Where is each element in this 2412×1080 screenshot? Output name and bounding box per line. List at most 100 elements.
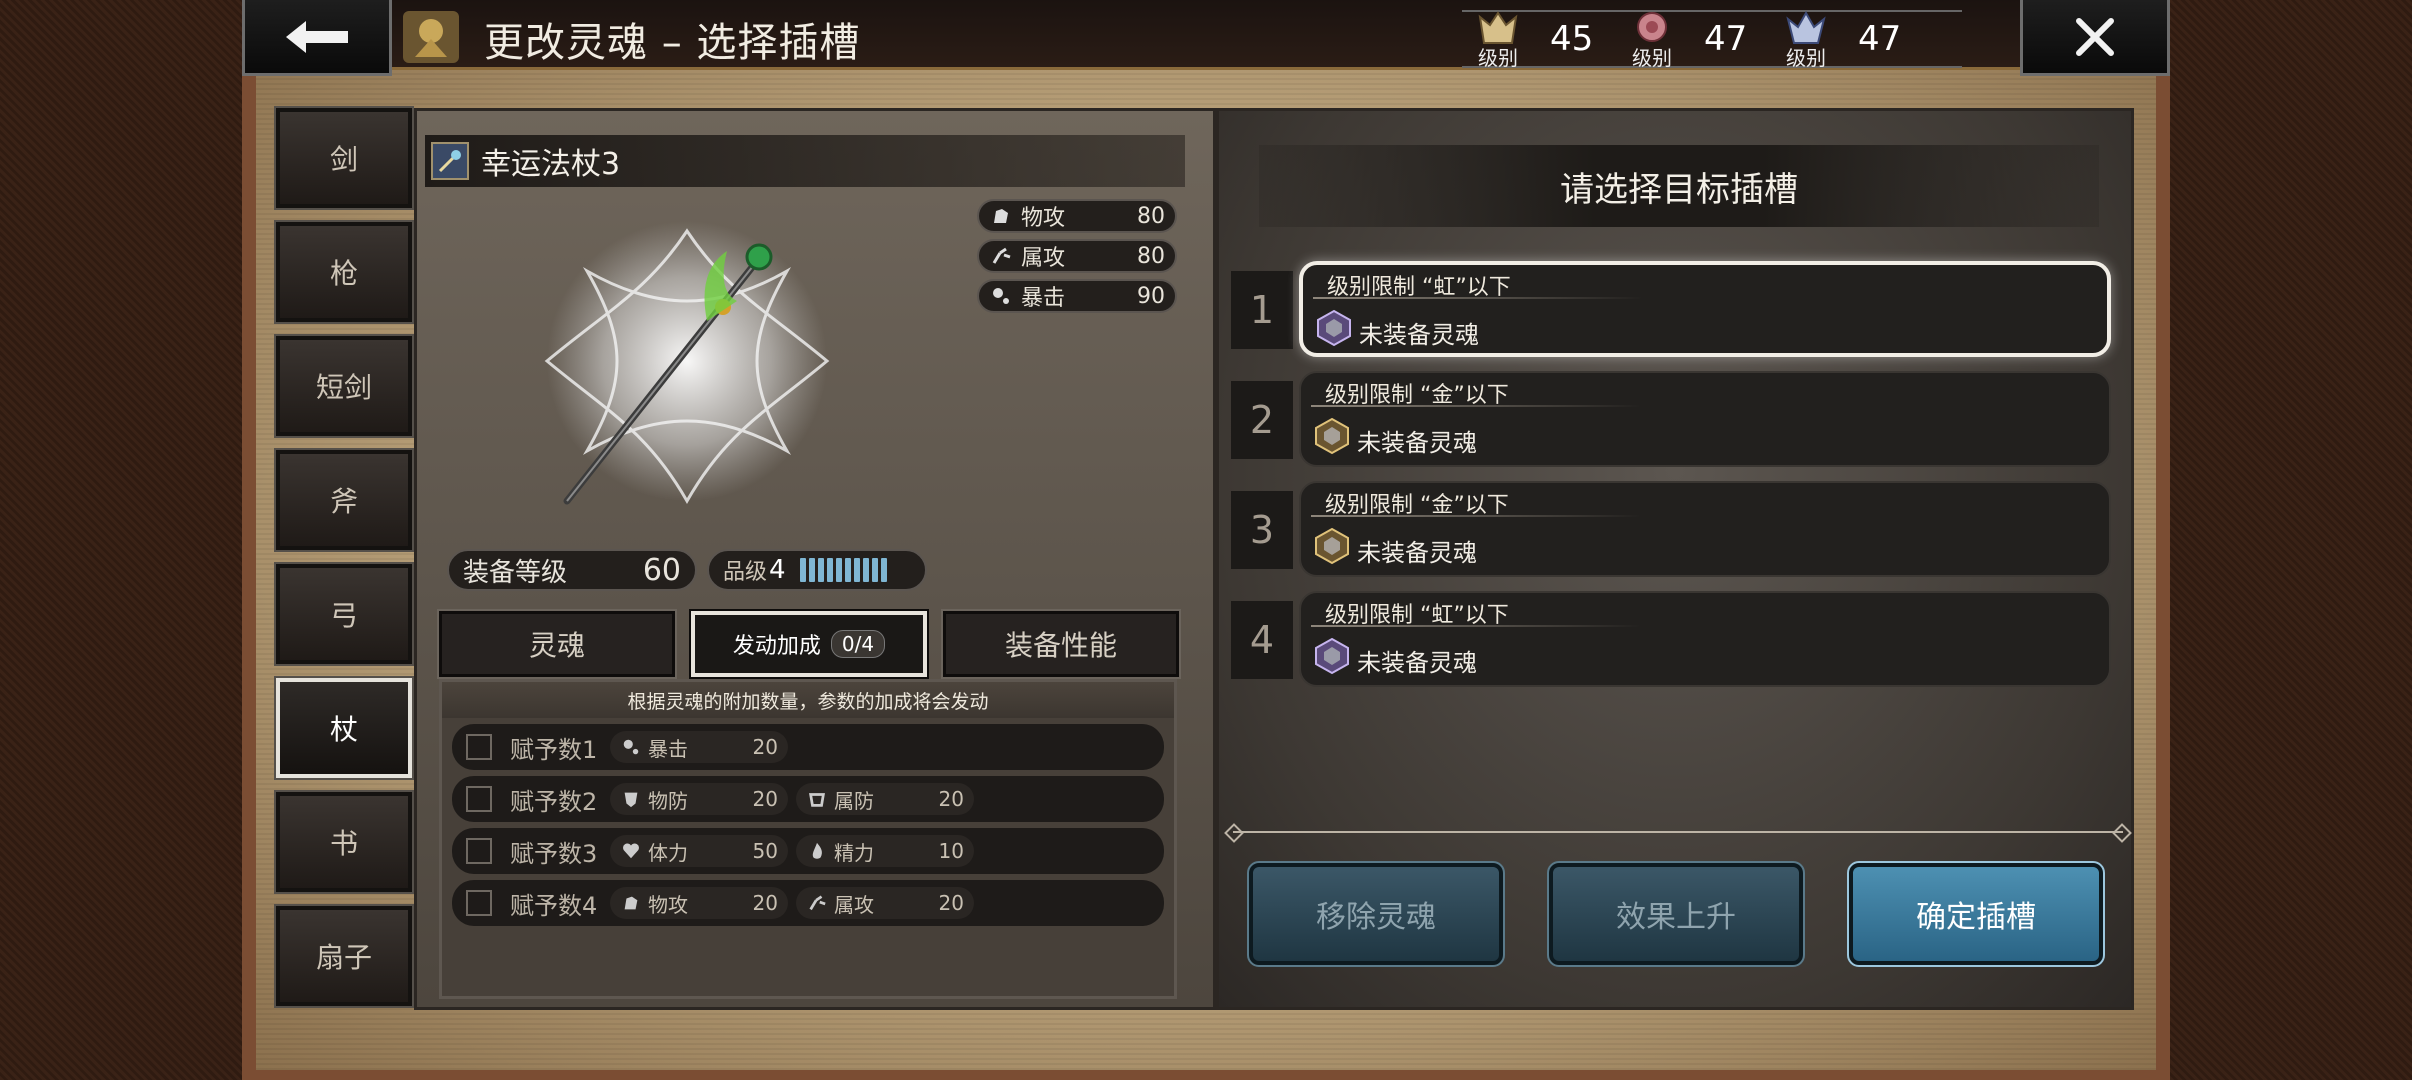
slot-card[interactable]: 级别限制 “金”以下 未装备灵魂 — [1299, 371, 2111, 467]
slot-number: 1 — [1231, 271, 1293, 349]
slot-select-title: 请选择目标插槽 — [1259, 145, 2099, 227]
bonus-label: 赋予数1 — [510, 735, 598, 764]
grade-pip — [880, 558, 887, 582]
left-background — [0, 0, 242, 1080]
blue-crest-icon: 级别 — [1782, 11, 1830, 70]
bonus-pill: 物攻 20 — [610, 887, 788, 919]
level-item-3: 级别 47 — [1782, 11, 1924, 70]
grade-pip — [853, 558, 860, 582]
tab-label: 灵魂 — [528, 629, 585, 662]
tab-activation-bonus[interactable]: 发动加成 0/4 — [689, 609, 929, 679]
gold-soul-gem-icon — [1315, 527, 1349, 565]
stat-name: 物攻 — [1021, 206, 1066, 231]
stat-row: 物攻 80 — [977, 199, 1177, 233]
rainbow-soul-gem-icon — [1317, 309, 1351, 347]
category-tab-book[interactable]: 书 — [274, 790, 414, 894]
equip-level-label: 装备等级 — [463, 557, 568, 588]
flame-icon — [806, 840, 828, 862]
divider — [1311, 515, 1641, 517]
tab-label: 装备性能 — [1004, 629, 1117, 662]
detail-tabs: 灵魂 发动加成 0/4 装备性能 — [437, 609, 1181, 679]
bonus-stat-value: 20 — [938, 787, 964, 811]
rainbow-soul-gem-icon — [1315, 637, 1349, 675]
close-button[interactable] — [2020, 0, 2170, 76]
back-button[interactable] — [242, 0, 392, 76]
bonus-row: 赋予数1 暴击 20 — [452, 724, 1164, 770]
bonus-label: 赋予数2 — [510, 787, 598, 816]
tab-equip-performance[interactable]: 装备性能 — [941, 609, 1181, 679]
soul-slot-4[interactable]: 4 级别限制 “虹”以下 未装备灵魂 — [1231, 591, 2111, 687]
category-tab-bow[interactable]: 弓 — [274, 562, 414, 666]
critical-icon — [989, 284, 1013, 308]
grade-pip — [826, 558, 833, 582]
category-tab-sword[interactable]: 剑 — [274, 106, 414, 210]
equip-level-value: 60 — [642, 552, 681, 588]
level-item-2: 级别 47 — [1628, 11, 1770, 70]
bonus-header: 根据灵魂的附加数量，参数的加成将会发动 — [442, 682, 1174, 718]
divider — [1311, 405, 1641, 407]
soul-slot-2[interactable]: 2 级别限制 “金”以下 未装备灵魂 — [1231, 371, 2111, 467]
slot-number: 2 — [1231, 381, 1293, 459]
boost-effect-button[interactable]: 效果上升 — [1547, 861, 1805, 967]
divider — [1313, 297, 1643, 299]
level-value: 47 — [1858, 19, 1902, 59]
level-label: 级别 — [1632, 46, 1672, 70]
bonus-stat-value: 20 — [752, 735, 778, 759]
weapon-name: 幸运法杖3 — [481, 147, 621, 182]
slot-status: 未装备灵魂 — [1359, 321, 1479, 349]
page-title: 更改灵魂 – 选择插槽 — [484, 20, 861, 66]
grade-indicator: 品级 4 — [707, 549, 927, 591]
stat-value: 80 — [1137, 203, 1165, 229]
bonus-pill: 精力 10 — [796, 835, 974, 867]
divider — [1233, 831, 2123, 833]
category-tab-dagger[interactable]: 短剑 — [274, 334, 414, 438]
right-background — [2170, 0, 2412, 1080]
level-label: 级别 — [1478, 46, 1518, 70]
physical-defense-icon — [620, 788, 642, 810]
gold-crest-icon: 级别 — [1474, 11, 1522, 70]
stat-row: 暴击 90 — [977, 279, 1177, 313]
bonus-stat-name: 属防 — [834, 788, 874, 813]
heart-icon — [620, 840, 642, 862]
slot-number: 4 — [1231, 601, 1293, 679]
equip-level: 装备等级 60 — [447, 549, 697, 591]
weapon-stats: 物攻 80 属攻 80 暴击 90 — [977, 199, 1177, 319]
tab-soul[interactable]: 灵魂 — [437, 609, 677, 679]
soul-slot-1[interactable]: 1 级别限制 “虹”以下 未装备灵魂 — [1231, 261, 2111, 357]
physical-attack-icon — [620, 892, 642, 914]
slot-card[interactable]: 级别限制 “虹”以下 未装备灵魂 — [1299, 261, 2111, 357]
slot-card[interactable]: 级别限制 “虹”以下 未装备灵魂 — [1299, 591, 2111, 687]
physical-attack-icon — [989, 204, 1013, 228]
divider — [1311, 625, 1641, 627]
bonus-stat-name: 物攻 — [648, 892, 688, 917]
bonus-pill: 属防 20 — [796, 783, 974, 815]
grade-pips — [799, 558, 887, 582]
bonus-pill: 体力 50 — [610, 835, 788, 867]
activation-bonus-list: 根据灵魂的附加数量，参数的加成将会发动 赋予数1 暴击 20 赋予数2 物防 2… — [439, 679, 1177, 999]
bonus-stat-value: 20 — [938, 891, 964, 915]
soul-slot-3[interactable]: 3 级别限制 “金”以下 未装备灵魂 — [1231, 481, 2111, 577]
bonus-stat-name: 物防 — [648, 788, 688, 813]
close-icon — [2076, 17, 2114, 56]
level-value: 47 — [1704, 19, 1748, 59]
grade-pip — [871, 558, 878, 582]
slot-status: 未装备灵魂 — [1357, 539, 1477, 567]
bonus-stat-value: 20 — [752, 787, 778, 811]
category-tab-staff[interactable]: 杖 — [274, 676, 414, 780]
category-tab-fan[interactable]: 扇子 — [274, 904, 414, 1008]
grade-pip — [817, 558, 824, 582]
category-tab-spear[interactable]: 枪 — [274, 220, 414, 324]
bonus-label: 赋予数4 — [510, 891, 598, 920]
stat-value: 80 — [1137, 243, 1165, 269]
slot-card[interactable]: 级别限制 “金”以下 未装备灵魂 — [1299, 481, 2111, 577]
staff-icon — [431, 142, 469, 180]
confirm-slot-button[interactable]: 确定插槽 — [1847, 861, 2105, 967]
grade-label: 品级 — [723, 560, 768, 585]
category-tab-axe[interactable]: 斧 — [274, 448, 414, 552]
bonus-pill: 属攻 20 — [796, 887, 974, 919]
tab-label: 发动加成 — [732, 634, 821, 659]
bonus-row: 赋予数3 体力 50 精力 10 — [452, 828, 1164, 874]
bonus-row: 赋予数2 物防 20 属防 20 — [452, 776, 1164, 822]
remove-soul-button[interactable]: 移除灵魂 — [1247, 861, 1505, 967]
critical-icon — [620, 736, 642, 758]
